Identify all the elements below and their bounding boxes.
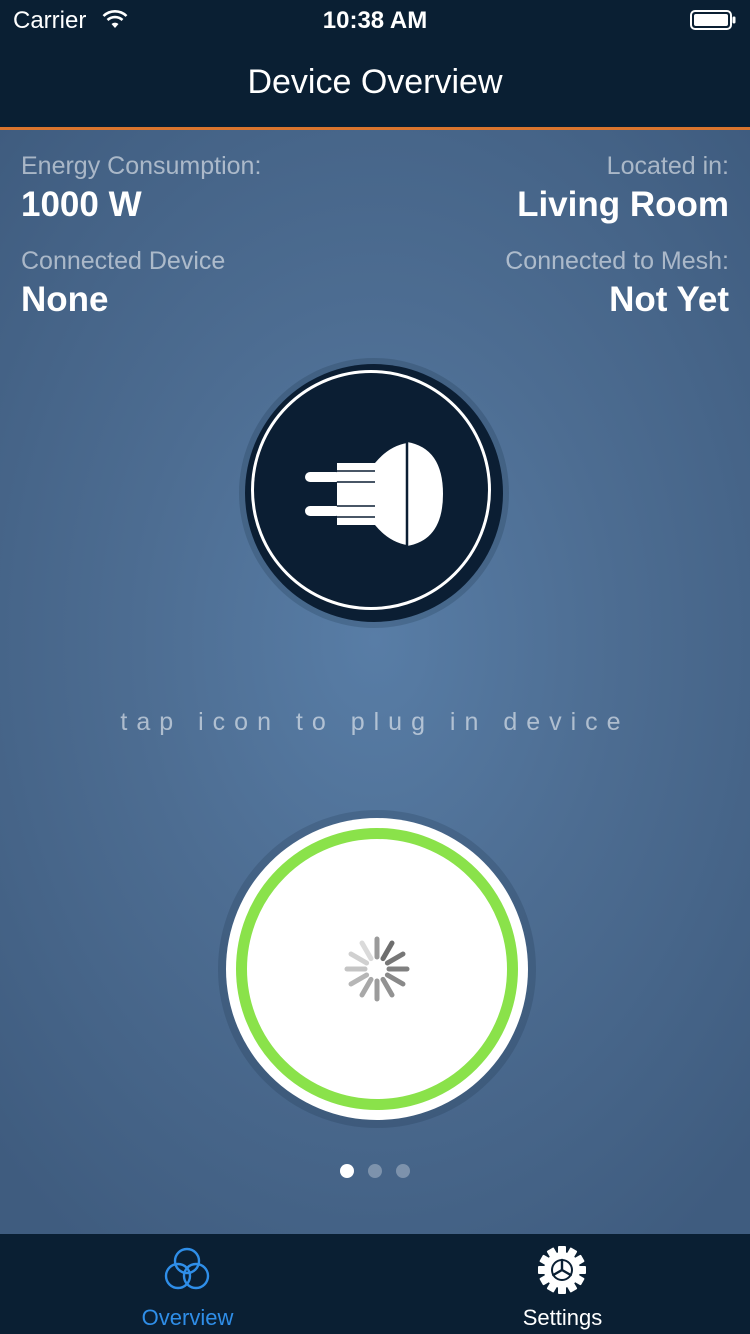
connected-device-label: Connected Device xyxy=(21,247,226,275)
device-status-button[interactable] xyxy=(226,818,528,1120)
overview-circles-icon xyxy=(164,1247,210,1290)
page-dot-3[interactable] xyxy=(396,1164,410,1178)
device-overview-screen: Carrier 10:38 AM Device Overview Energy … xyxy=(0,0,750,1334)
location-label: Located in: xyxy=(606,152,729,180)
tab-bar: Overview Settings xyxy=(0,1234,750,1334)
tab-settings[interactable]: Settings xyxy=(375,1234,750,1334)
battery-icon xyxy=(690,10,736,30)
top-bar: Carrier 10:38 AM Device Overview xyxy=(0,0,750,127)
nav-divider xyxy=(0,127,750,130)
location-value: Living Room xyxy=(517,185,729,224)
page-title: Device Overview xyxy=(247,63,503,101)
plug-in-hint: tap icon to plug in device xyxy=(120,708,630,736)
gear-icon xyxy=(538,1246,586,1294)
page-dot-2[interactable] xyxy=(368,1164,382,1178)
tab-overview-label: Overview xyxy=(141,1305,234,1330)
plug-in-device-button[interactable] xyxy=(245,364,503,622)
mesh-connection-value: Not Yet xyxy=(609,280,729,319)
activity-spinner-icon xyxy=(344,936,410,1002)
connected-device-value: None xyxy=(21,280,109,319)
page-indicator xyxy=(0,1164,750,1180)
mesh-connection-label: Connected to Mesh: xyxy=(505,247,729,275)
page-dot-1[interactable] xyxy=(340,1164,354,1178)
energy-consumption-value: 1000 W xyxy=(21,185,142,224)
energy-consumption-label: Energy Consumption: xyxy=(21,152,262,180)
tab-overview[interactable]: Overview xyxy=(0,1234,375,1334)
tab-settings-label: Settings xyxy=(522,1305,603,1330)
plug-icon xyxy=(305,440,443,548)
status-time: 10:38 AM xyxy=(322,7,428,34)
